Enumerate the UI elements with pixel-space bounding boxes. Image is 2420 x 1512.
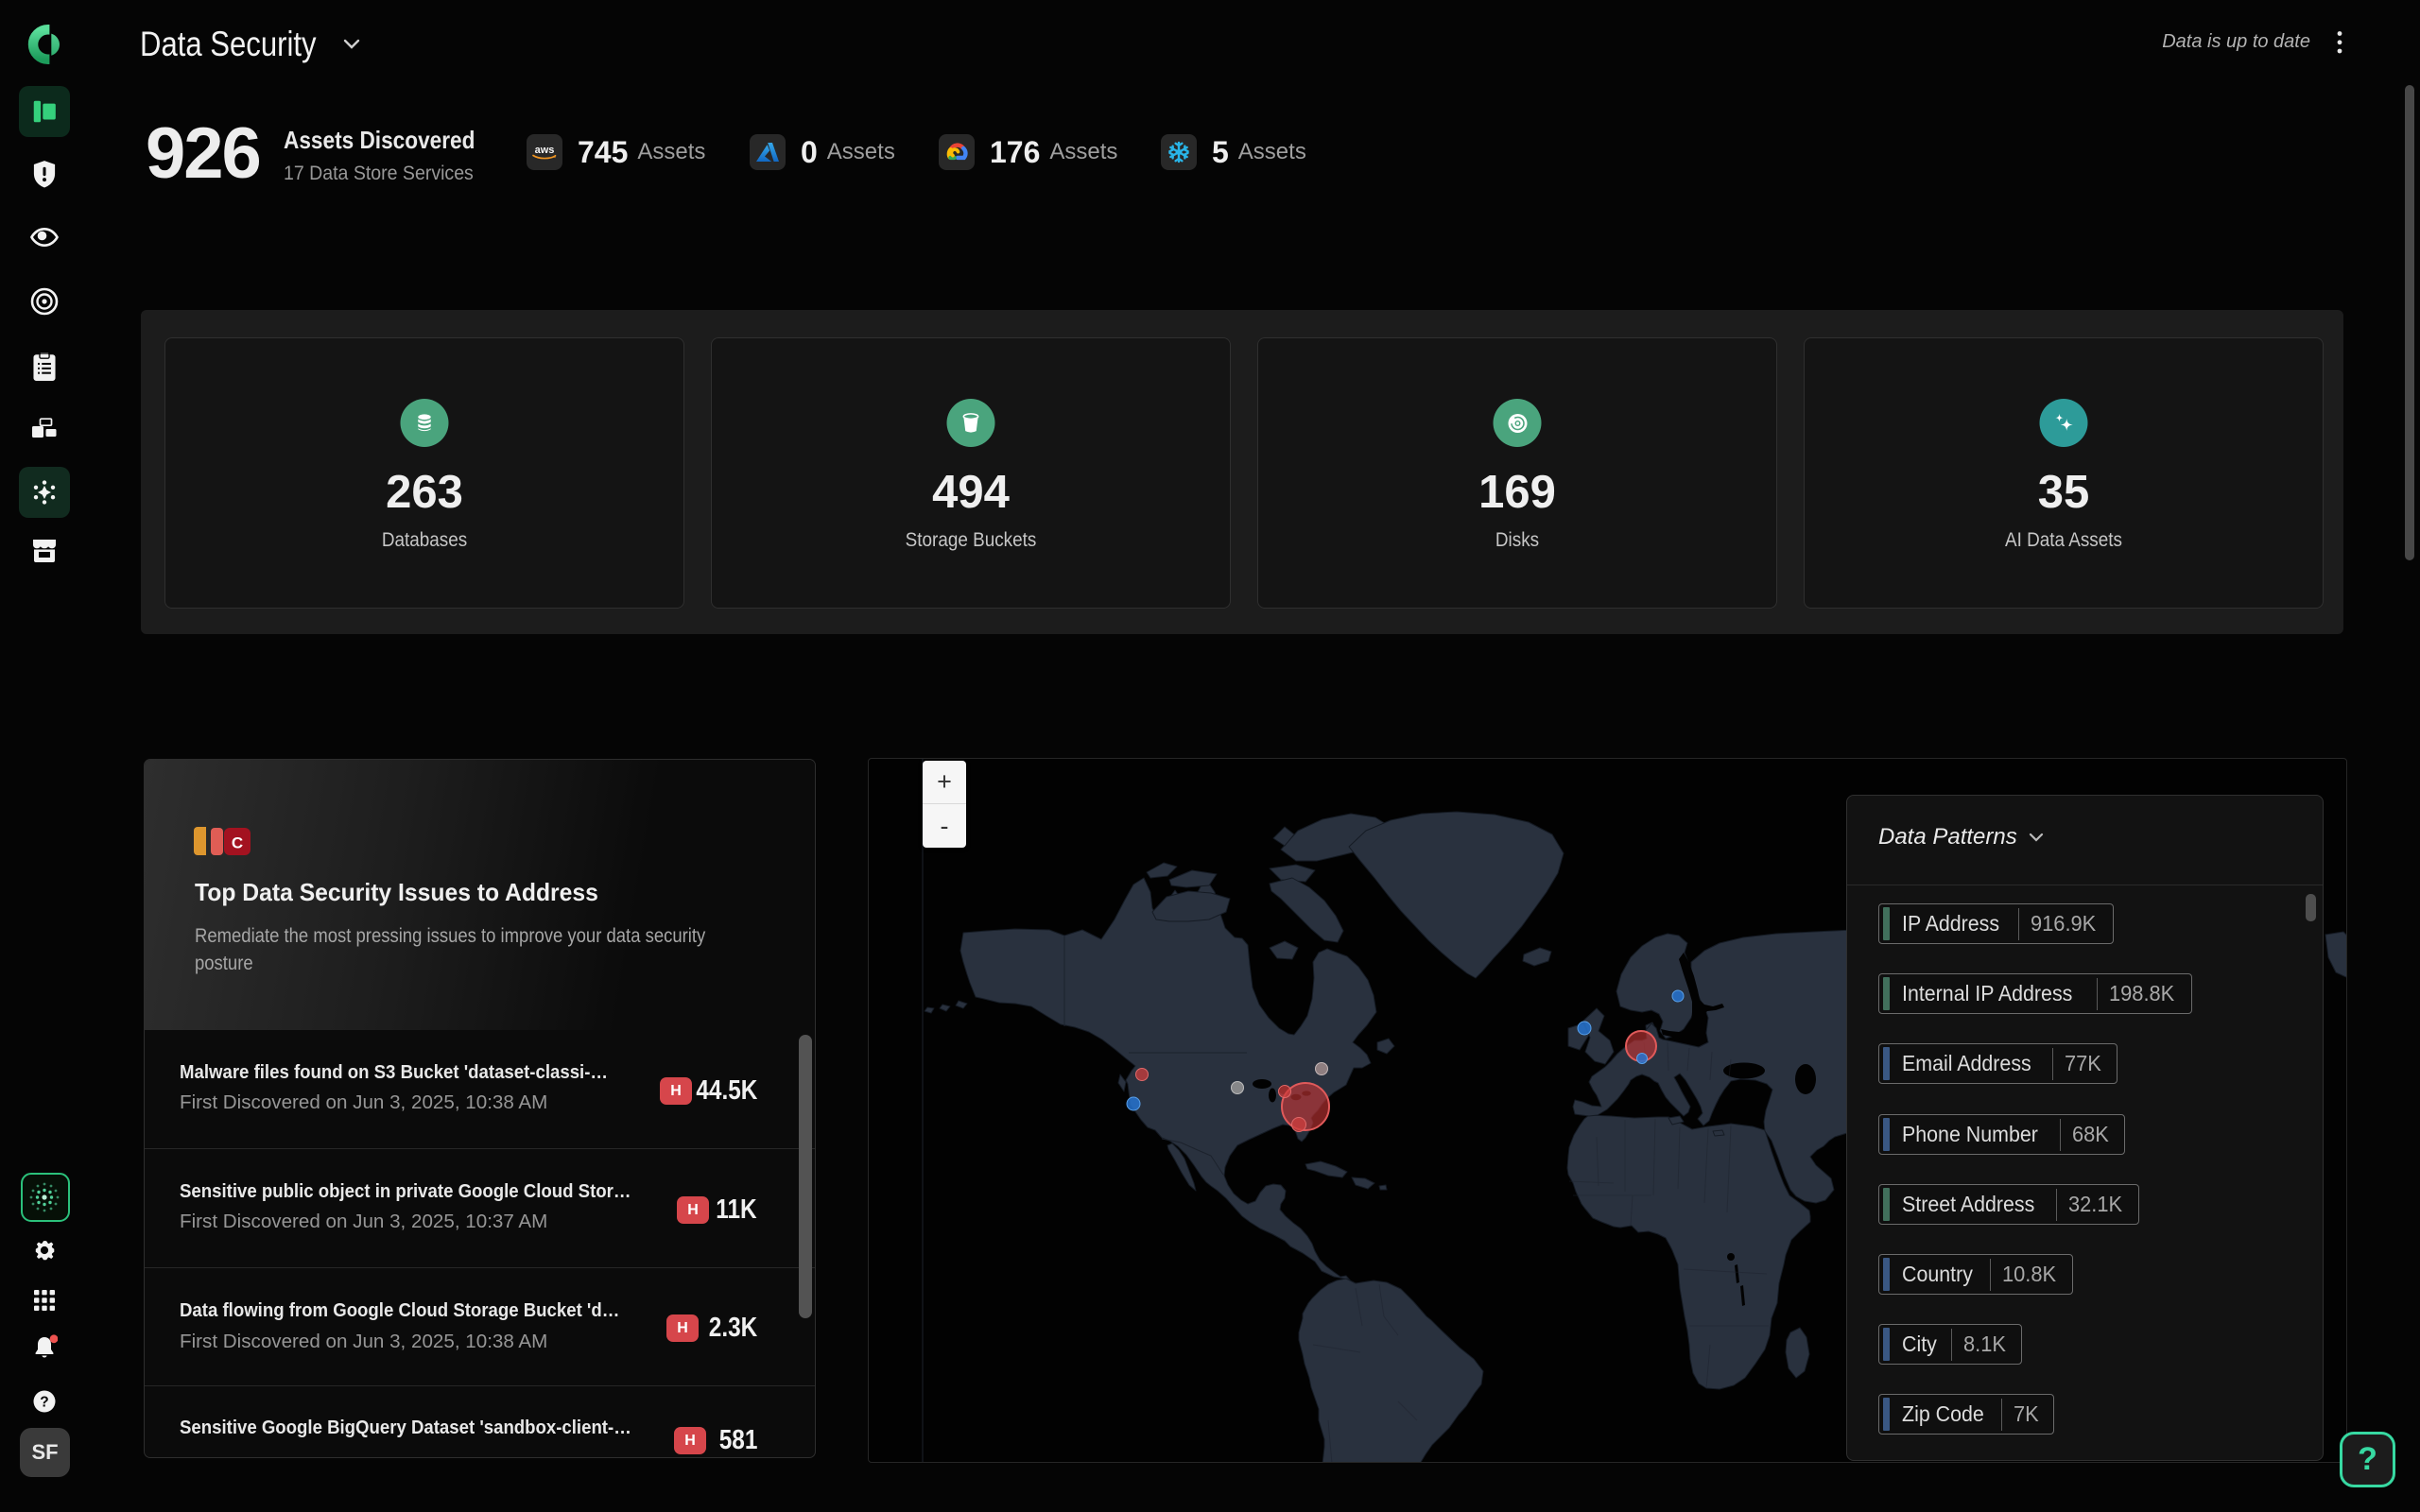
svg-text:?: ?	[40, 1394, 48, 1410]
svg-text:aws: aws	[535, 145, 555, 156]
svg-text:C: C	[232, 834, 243, 852]
